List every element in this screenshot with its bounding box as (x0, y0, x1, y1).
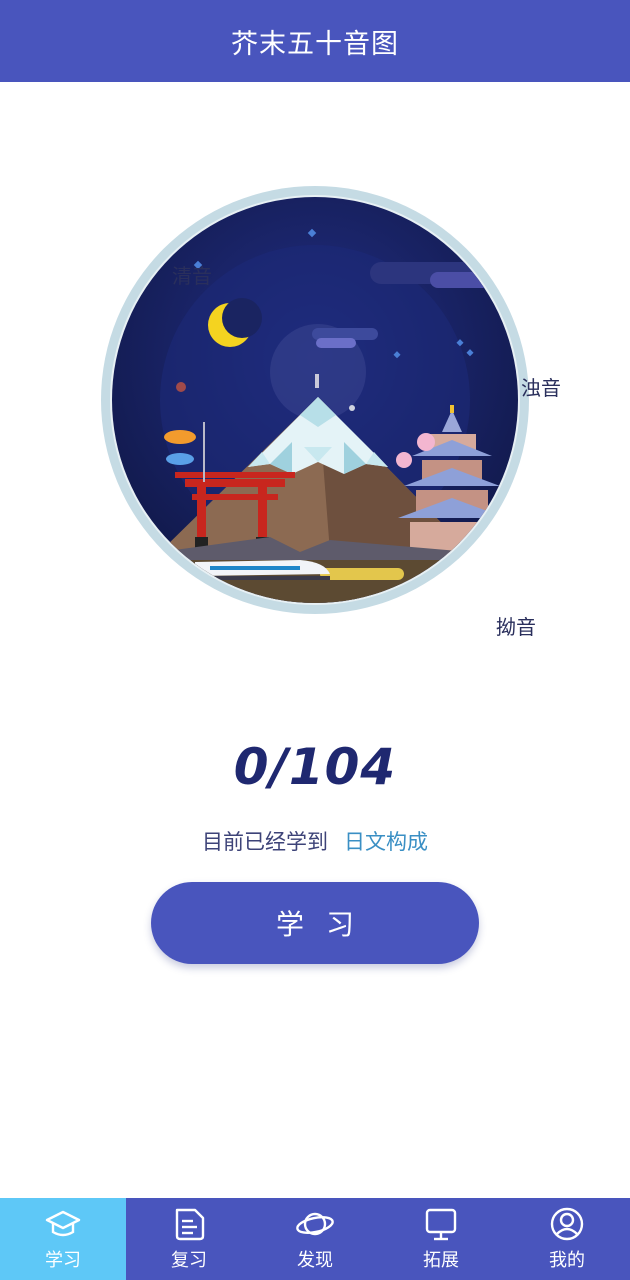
tab-study-label: 学习 (45, 1250, 81, 1271)
study-button[interactable]: 学习 (151, 882, 479, 964)
current-topic-link[interactable]: 日文构成 (344, 830, 428, 854)
progress-count: 0/104 (233, 738, 397, 796)
night-japan-scene-illustration (101, 186, 529, 614)
progress-status-line: 目前已经学到 日文构成 (0, 826, 630, 856)
tab-extend-label: 拓展 (423, 1250, 459, 1271)
top-app-bar: 芥末五十音图 (0, 0, 630, 82)
tab-profile-label: 我的 (549, 1250, 585, 1271)
category-label-zhuoyin[interactable]: 浊音 (521, 372, 561, 401)
bottom-tab-bar: 学习 复习 发现 拓展 我的 (0, 1198, 630, 1280)
planet-icon (296, 1212, 334, 1236)
document-icon (175, 1208, 205, 1241)
tab-extend[interactable]: 拓展 (378, 1198, 504, 1280)
tab-review[interactable]: 复习 (126, 1198, 252, 1280)
tab-profile[interactable]: 我的 (504, 1198, 630, 1280)
category-label-qingyin[interactable]: 清音 (172, 260, 212, 289)
category-label-aoyin[interactable]: 拗音 (496, 611, 536, 640)
progress-prefix: 目前已经学到 (202, 830, 328, 854)
graduation-cap-icon (45, 1210, 81, 1237)
monitor-icon (425, 1208, 457, 1241)
tab-study[interactable]: 学习 (0, 1198, 126, 1280)
hero-illustration[interactable]: 清音 浊音 拗音 (0, 82, 630, 642)
app-title: 芥末五十音图 (231, 28, 399, 60)
tab-discover-label: 发现 (297, 1250, 333, 1271)
tab-discover[interactable]: 发现 (252, 1198, 378, 1280)
user-icon (550, 1207, 584, 1241)
tab-review-label: 复习 (171, 1250, 207, 1271)
